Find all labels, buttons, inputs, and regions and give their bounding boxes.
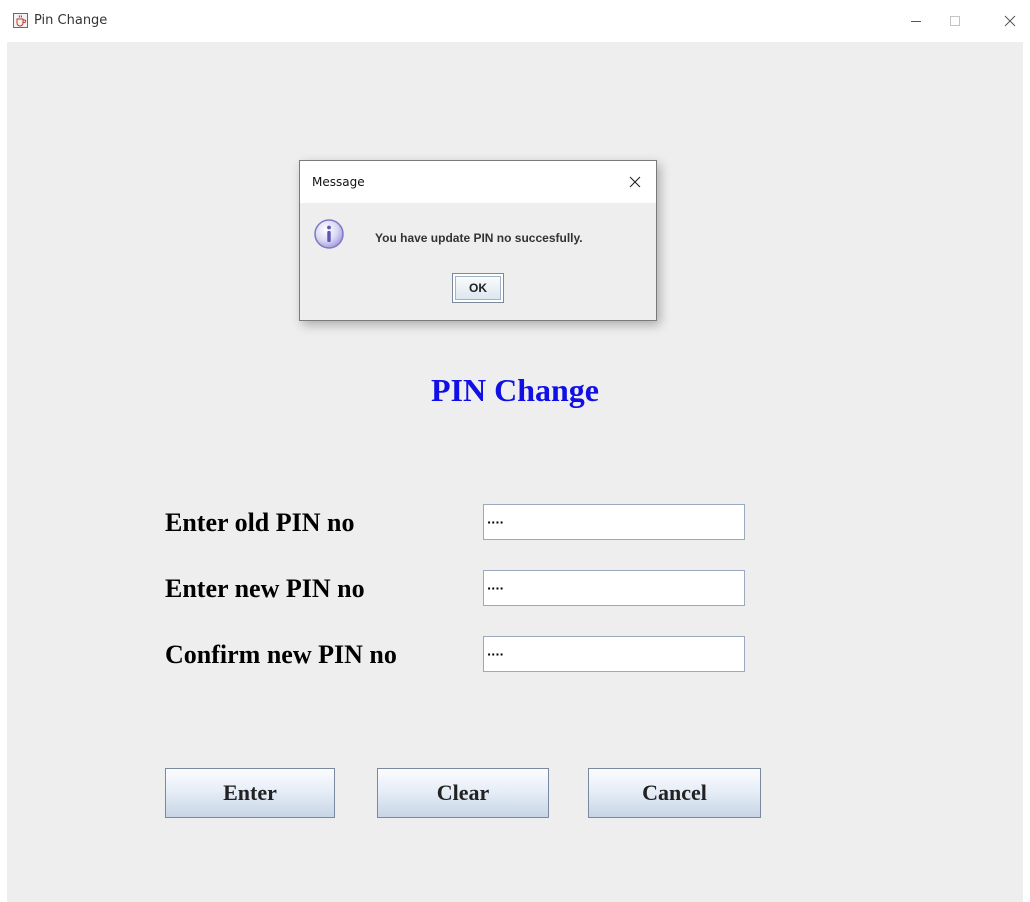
dialog-titlebar: Message [300, 161, 656, 203]
close-button[interactable] [990, 6, 1030, 36]
maximize-button[interactable] [935, 6, 975, 36]
close-icon [1004, 15, 1016, 27]
confirm-pin-label: Confirm new PIN no [165, 640, 397, 669]
window-title: Pin Change [34, 13, 108, 28]
java-cup-icon[interactable] [13, 13, 28, 28]
enter-button[interactable]: Enter [165, 768, 335, 818]
minimize-icon [911, 21, 921, 22]
clear-button[interactable]: Clear [377, 768, 549, 818]
page-title: PIN Change [430, 372, 599, 408]
old-pin-label: Enter old PIN no [165, 508, 355, 537]
dialog-message: You have update PIN no succesfully. [375, 231, 583, 245]
window-titlebar: Pin Change [0, 0, 1030, 42]
cancel-button[interactable]: Cancel [588, 768, 761, 818]
confirm-pin-field[interactable] [483, 636, 745, 672]
ok-button-label: OK [455, 276, 501, 300]
new-pin-field[interactable] [483, 570, 745, 606]
new-pin-label: Enter new PIN no [165, 574, 365, 603]
old-pin-field[interactable] [483, 504, 745, 540]
ok-button[interactable]: OK [452, 273, 504, 303]
close-icon [629, 176, 641, 188]
info-icon [314, 219, 344, 249]
dialog-close-button[interactable] [622, 169, 648, 195]
maximize-icon [950, 16, 960, 26]
message-dialog: Message You have update PIN no succesful… [299, 160, 657, 321]
minimize-button[interactable] [896, 6, 936, 36]
dialog-title: Message [312, 175, 365, 189]
